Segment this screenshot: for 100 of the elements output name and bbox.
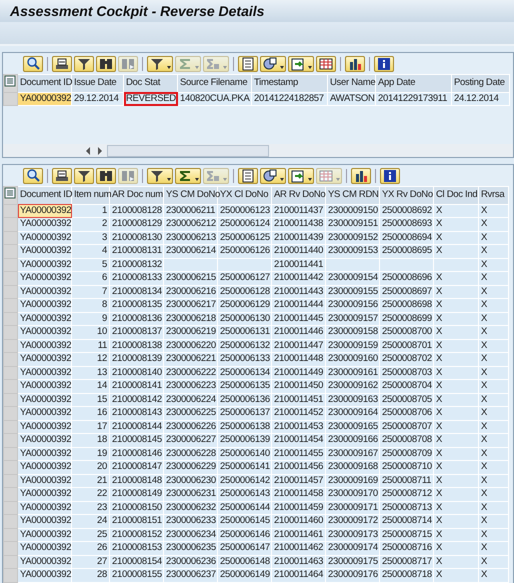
column-header[interactable]: Doc Stat bbox=[124, 74, 178, 92]
right-arrow-icon[interactable] bbox=[97, 146, 103, 154]
row-selector[interactable] bbox=[4, 474, 18, 488]
row-selector[interactable] bbox=[4, 555, 18, 568]
row-selector[interactable] bbox=[4, 434, 18, 447]
row-selector[interactable] bbox=[4, 568, 18, 582]
table-cell: X bbox=[434, 514, 478, 528]
toolbar-button[interactable] bbox=[238, 168, 258, 184]
column-header[interactable]: User Name bbox=[328, 74, 376, 92]
column-header[interactable]: YS CM DoNo bbox=[164, 186, 218, 204]
column-header[interactable]: Timestamp bbox=[252, 74, 328, 92]
table-cell: 7 bbox=[72, 285, 110, 298]
row-selector[interactable] bbox=[4, 312, 18, 326]
column-header[interactable]: AR Doc num bbox=[110, 186, 164, 204]
row-selector[interactable] bbox=[4, 92, 18, 106]
table-cell: 2500006140 bbox=[218, 447, 272, 460]
column-header[interactable]: Source Filename bbox=[178, 74, 252, 92]
toolbar-button[interactable] bbox=[52, 168, 72, 184]
toolbar-button[interactable] bbox=[316, 56, 336, 72]
row-selector[interactable] bbox=[4, 339, 18, 352]
caret-icon bbox=[167, 66, 171, 69]
row-selector[interactable] bbox=[4, 393, 18, 406]
table-cell: 2500008714 bbox=[380, 514, 434, 528]
column-header[interactable]: Issue Date bbox=[72, 74, 124, 92]
row-selector[interactable] bbox=[4, 258, 18, 272]
table-cell: 2300009157 bbox=[326, 312, 380, 326]
toolbar-button[interactable] bbox=[52, 56, 72, 72]
row-selector[interactable] bbox=[4, 272, 18, 285]
table-cell: 2100008142 bbox=[110, 393, 164, 406]
row-selector[interactable] bbox=[4, 218, 18, 231]
column-header[interactable]: Cl Doc Ind bbox=[434, 186, 478, 204]
horizontal-scrollbar[interactable] bbox=[3, 144, 513, 157]
row-selector[interactable] bbox=[4, 501, 18, 514]
row-selector[interactable] bbox=[4, 460, 18, 474]
table-cell: 2500008706 bbox=[380, 406, 434, 420]
toolbar-button[interactable] bbox=[238, 56, 258, 72]
column-header[interactable]: Rvrsa bbox=[478, 186, 508, 204]
toolbar-button[interactable] bbox=[23, 56, 43, 72]
column-header[interactable]: YS CM RDN bbox=[326, 186, 380, 204]
table-cell: 2500006134 bbox=[218, 366, 272, 380]
row-selector[interactable] bbox=[4, 488, 18, 501]
table-cell: 2500006127 bbox=[218, 272, 272, 285]
row-selector[interactable] bbox=[4, 514, 18, 528]
column-header[interactable]: AR Rv DoNo bbox=[272, 186, 326, 204]
details-icon bbox=[25, 168, 41, 184]
row-selector[interactable] bbox=[4, 244, 18, 258]
layout-icon[interactable] bbox=[4, 75, 16, 87]
layout-icon[interactable] bbox=[4, 187, 16, 199]
left-arrow-icon[interactable] bbox=[85, 146, 91, 154]
toolbar-button[interactable] bbox=[380, 168, 400, 184]
toolbar-button[interactable] bbox=[147, 56, 173, 72]
toolbar-button[interactable] bbox=[288, 168, 314, 184]
row-selector[interactable] bbox=[4, 447, 18, 460]
table-cell: 2300006213 bbox=[164, 231, 218, 244]
toolbar-button[interactable] bbox=[147, 168, 173, 184]
toolbar-button[interactable] bbox=[260, 56, 286, 72]
row-selector[interactable] bbox=[4, 380, 18, 393]
table-cell: 2300009168 bbox=[326, 460, 380, 474]
column-header[interactable]: YX Rv DoNo bbox=[380, 186, 434, 204]
toolbar-button[interactable] bbox=[374, 56, 394, 72]
table-cell: 2100011458 bbox=[272, 488, 326, 501]
table-cell: 2100011452 bbox=[272, 406, 326, 420]
row-selector[interactable] bbox=[4, 204, 18, 218]
toolbar-button[interactable] bbox=[351, 168, 371, 184]
toolbar-button[interactable] bbox=[74, 168, 94, 184]
table-cell: 24.12.2014 bbox=[452, 92, 510, 106]
toolbar-button[interactable] bbox=[74, 56, 94, 72]
toolbar-button[interactable] bbox=[345, 56, 365, 72]
column-header[interactable]: Item num bbox=[72, 186, 110, 204]
caret-icon bbox=[195, 178, 199, 181]
column-header[interactable]: Posting Date bbox=[452, 74, 510, 92]
toolbar-button[interactable] bbox=[260, 168, 286, 184]
row-selector[interactable] bbox=[4, 326, 18, 339]
toolbar-button[interactable] bbox=[175, 168, 201, 184]
toolbar-button[interactable] bbox=[96, 168, 116, 184]
scroll-thumb[interactable] bbox=[107, 144, 269, 156]
row-selector[interactable] bbox=[4, 298, 18, 312]
row-selector[interactable] bbox=[4, 406, 18, 420]
row-selector[interactable] bbox=[4, 420, 18, 434]
toolbar-button[interactable] bbox=[288, 56, 314, 72]
table-cell: 2300009154 bbox=[326, 272, 380, 285]
subtotal-icon bbox=[205, 168, 221, 184]
toolbar-button[interactable] bbox=[96, 56, 116, 72]
column-header[interactable]: Document ID bbox=[18, 186, 72, 204]
table-cell: 2500006138 bbox=[218, 420, 272, 434]
table-cell: 16 bbox=[72, 406, 110, 420]
row-selector[interactable] bbox=[4, 231, 18, 244]
row-selector[interactable] bbox=[4, 352, 18, 366]
column-header[interactable]: App Date bbox=[376, 74, 452, 92]
row-selector[interactable] bbox=[4, 285, 18, 298]
table-cell: YA00000392 bbox=[18, 568, 72, 582]
table-cell: YA00000392 bbox=[18, 474, 72, 488]
row-selector[interactable] bbox=[4, 542, 18, 555]
toolbar-button[interactable] bbox=[23, 168, 43, 184]
caret-icon bbox=[308, 178, 312, 181]
column-header[interactable]: Document ID bbox=[18, 74, 72, 92]
table-cell: 2100011447 bbox=[272, 339, 326, 352]
table-cell: YA00000392 bbox=[18, 434, 72, 447]
row-selector[interactable] bbox=[4, 366, 18, 380]
row-selector[interactable] bbox=[4, 528, 18, 542]
